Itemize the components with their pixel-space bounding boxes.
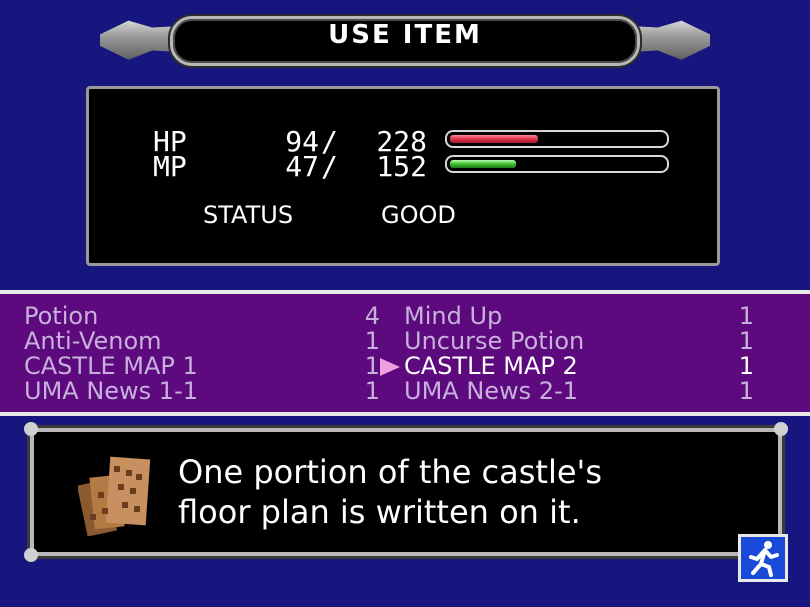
title-banner: USE ITEM xyxy=(100,8,710,68)
list-item[interactable]: UMA News 1-1 1 xyxy=(24,379,380,404)
description-box: One portion of the castle's floor plan i… xyxy=(24,422,788,562)
item-quantity: 1 xyxy=(738,302,754,330)
item-name: Potion xyxy=(24,302,99,330)
item-quantity: 1 xyxy=(364,377,380,405)
mp-max: 152 xyxy=(376,150,427,183)
status-value: GOOD xyxy=(381,201,456,229)
list-item[interactable]: Mind Up 1 xyxy=(404,304,754,329)
item-quantity: 1 xyxy=(364,352,380,380)
item-name: UMA News 1-1 xyxy=(24,377,198,405)
corner-ornament xyxy=(774,422,788,436)
exit-button[interactable] xyxy=(738,534,788,582)
item-quantity: 1 xyxy=(738,377,754,405)
list-item-selected[interactable]: CASTLE MAP 2 1 xyxy=(404,354,754,379)
item-name: CASTLE MAP 1 xyxy=(24,352,198,380)
item-quantity: 1 xyxy=(738,327,754,355)
selection-cursor-icon xyxy=(380,358,400,376)
item-description: One portion of the castle's floor plan i… xyxy=(178,453,603,531)
item-list: Potion 4 Anti-Venom 1 CASTLE MAP 1 1 UMA… xyxy=(0,290,810,416)
list-item[interactable]: Potion 4 xyxy=(24,304,380,329)
hp-bar-fill xyxy=(450,135,539,143)
mp-label: MP xyxy=(153,150,187,183)
item-name: CASTLE MAP 2 xyxy=(404,352,578,380)
corner-ornament xyxy=(24,422,38,436)
stats-panel: HP 94 / 228 MP 47 / 152 STATUS GOOD xyxy=(86,86,720,266)
mp-slash: / xyxy=(321,150,338,183)
item-name: Anti-Venom xyxy=(24,327,162,355)
list-item[interactable]: Anti-Venom 1 xyxy=(24,329,380,354)
item-quantity: 4 xyxy=(364,302,380,330)
castle-map-icon xyxy=(78,456,151,536)
hp-bar xyxy=(445,130,669,148)
list-item[interactable]: Uncurse Potion 1 xyxy=(404,329,754,354)
list-item[interactable]: UMA News 2-1 1 xyxy=(404,379,754,404)
corner-ornament xyxy=(24,548,38,562)
item-quantity: 1 xyxy=(738,352,754,380)
item-name: Mind Up xyxy=(404,302,503,330)
item-name: UMA News 2-1 xyxy=(404,377,578,405)
list-item[interactable]: CASTLE MAP 1 1 xyxy=(24,354,380,379)
mp-bar xyxy=(445,155,669,173)
status-label: STATUS xyxy=(203,201,294,229)
mp-current: 47 xyxy=(285,150,319,183)
mp-bar-fill xyxy=(450,160,517,168)
page-title: USE ITEM xyxy=(328,20,482,50)
running-man-icon xyxy=(749,541,779,577)
item-name: Uncurse Potion xyxy=(404,327,585,355)
item-quantity: 1 xyxy=(364,327,380,355)
